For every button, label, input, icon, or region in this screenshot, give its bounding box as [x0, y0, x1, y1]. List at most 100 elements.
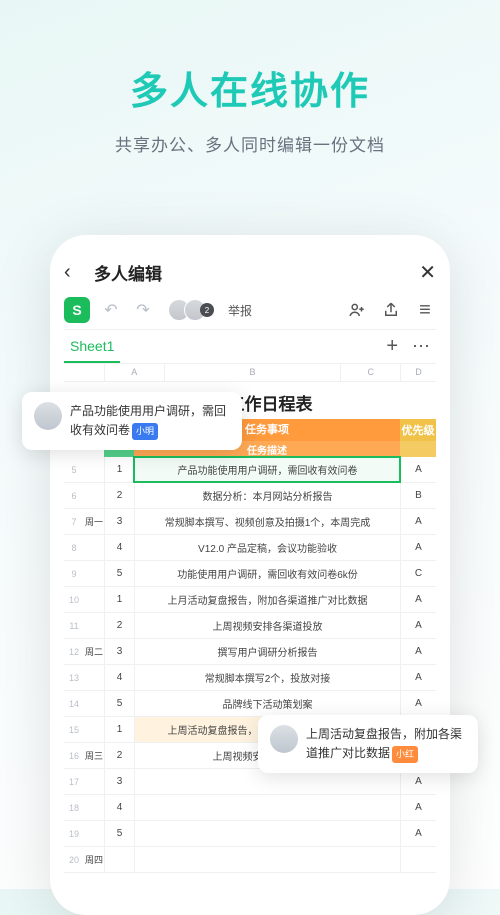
cell-index[interactable]: 1 — [104, 587, 134, 612]
cell-index[interactable]: 3 — [104, 639, 134, 664]
cell-day[interactable] — [84, 691, 104, 716]
cell-day[interactable] — [84, 587, 104, 612]
cell-index[interactable] — [104, 847, 134, 872]
menu-icon[interactable]: ≡ — [414, 299, 436, 321]
table-row[interactable]: 145品牌线下活动策划案A — [64, 691, 436, 717]
topbar: ‹ 多人编辑 ✕ — [64, 253, 436, 291]
cell-day[interactable]: 周一 — [84, 509, 104, 534]
app-icon[interactable]: S — [64, 297, 90, 323]
cell-desc[interactable]: 功能使用用户调研，需回收有效问卷6k份 — [134, 561, 400, 586]
table-row[interactable]: 95功能使用用户调研，需回收有效问卷6k份C — [64, 561, 436, 587]
undo-button[interactable]: ↶ — [100, 299, 122, 321]
cell-index[interactable]: 5 — [104, 691, 134, 716]
cell-index[interactable]: 4 — [104, 665, 134, 690]
sheet-tabs: Sheet1 + ⋯ — [64, 330, 436, 364]
cell-priority[interactable]: A — [400, 821, 436, 846]
cell-priority[interactable]: A — [400, 535, 436, 560]
col-b[interactable]: B — [164, 364, 341, 381]
redo-button[interactable]: ↷ — [132, 299, 154, 321]
cell-desc[interactable]: V12.0 产品定稿，会议功能验收 — [134, 535, 400, 560]
share-icon[interactable] — [380, 299, 402, 321]
cell-index[interactable]: 4 — [104, 535, 134, 560]
cell-priority[interactable]: A — [400, 587, 436, 612]
cell-priority[interactable]: A — [400, 639, 436, 664]
cell-day[interactable] — [84, 483, 104, 508]
cell-index[interactable]: 3 — [104, 769, 134, 794]
cell-index[interactable]: 3 — [104, 509, 134, 534]
row-number: 17 — [64, 769, 84, 794]
cell-index[interactable]: 5 — [104, 821, 134, 846]
cell-priority[interactable]: A — [400, 509, 436, 534]
cell-priority[interactable]: A — [400, 691, 436, 716]
cell-desc[interactable] — [134, 795, 400, 820]
cell-desc[interactable]: 产品功能使用用户调研，需回收有效问卷 — [134, 457, 400, 482]
add-user-icon[interactable] — [346, 299, 368, 321]
table-row[interactable]: 20周四 — [64, 847, 436, 873]
cell-desc[interactable]: 品牌线下活动策划案 — [134, 691, 400, 716]
header-col3: 优先级 — [400, 419, 436, 441]
user-tag: 小明 — [132, 423, 158, 439]
cell-day[interactable] — [84, 769, 104, 794]
cell-priority[interactable]: A — [400, 613, 436, 638]
table-row[interactable]: 112上周视频安排各渠道投放A — [64, 613, 436, 639]
add-tab-button[interactable]: + — [378, 335, 406, 358]
col-c[interactable]: C — [340, 364, 400, 381]
cell-desc[interactable]: 常规脚本撰写、视频创意及拍摄1个，本周完成 — [134, 509, 400, 534]
cell-priority[interactable]: A — [400, 457, 436, 482]
cell-index[interactable]: 4 — [104, 795, 134, 820]
cell-day[interactable] — [84, 613, 104, 638]
table-row[interactable]: 7周一3常规脚本撰写、视频创意及拍摄1个，本周完成A — [64, 509, 436, 535]
cell-priority[interactable]: B — [400, 483, 436, 508]
cell-priority[interactable] — [400, 847, 436, 872]
cell-day[interactable]: 周四 — [84, 847, 104, 872]
cell-day[interactable] — [84, 821, 104, 846]
table-row[interactable]: 51产品功能使用用户调研，需回收有效问卷A — [64, 457, 436, 483]
cell-day[interactable]: 周三 — [84, 743, 104, 768]
phone-frame: ‹ 多人编辑 ✕ S ↶ ↷ 2 举报 ≡ — [50, 235, 450, 915]
cell-day[interactable]: 周二 — [84, 639, 104, 664]
cell-desc[interactable] — [134, 847, 400, 872]
row-number: 7 — [64, 509, 84, 534]
cell-index[interactable]: 1 — [104, 457, 134, 482]
cell-day[interactable] — [84, 535, 104, 560]
cell-day[interactable] — [84, 457, 104, 482]
table-row[interactable]: 13 4常规脚本撰写2个，投放对接A — [64, 665, 436, 691]
cell-index[interactable]: 5 — [104, 561, 134, 586]
cell-index[interactable]: 2 — [104, 483, 134, 508]
cell-day[interactable] — [84, 665, 104, 690]
cell-priority[interactable]: C — [400, 561, 436, 586]
cell-day[interactable] — [84, 795, 104, 820]
tab-sheet1[interactable]: Sheet1 — [64, 330, 120, 363]
table-row[interactable]: 184A — [64, 795, 436, 821]
table-row[interactable]: 195A — [64, 821, 436, 847]
cell-desc[interactable]: 常规脚本撰写2个，投放对接 — [134, 665, 400, 690]
table-row[interactable]: 12周二3撰写用户调研分析报告A — [64, 639, 436, 665]
cell-desc[interactable] — [134, 821, 400, 846]
col-a[interactable]: A — [104, 364, 164, 381]
cell-desc[interactable]: 上月活动复盘报告，附加各渠道推广对比数据 — [134, 587, 400, 612]
cell-day[interactable] — [84, 717, 104, 742]
cell-desc[interactable]: 撰写用户调研分析报告 — [134, 639, 400, 664]
cell-desc[interactable]: 数据分析：本月网站分析报告 — [134, 483, 400, 508]
table-row[interactable]: 10 1上月活动复盘报告，附加各渠道推广对比数据A — [64, 587, 436, 613]
cell-day[interactable] — [84, 561, 104, 586]
collaborator-avatars[interactable]: 2 — [168, 299, 214, 321]
more-tabs-button[interactable]: ⋯ — [406, 336, 436, 357]
table-row[interactable]: 84V12.0 产品定稿，会议功能验收A — [64, 535, 436, 561]
report-button[interactable]: 举报 — [228, 302, 252, 319]
cell-index[interactable]: 2 — [104, 613, 134, 638]
table-row[interactable]: 62数据分析：本月网站分析报告B — [64, 483, 436, 509]
cell-desc[interactable]: 上周视频安排各渠道投放 — [134, 613, 400, 638]
toolbar: S ↶ ↷ 2 举报 ≡ — [64, 291, 436, 330]
cell-index[interactable]: 1 — [104, 717, 134, 742]
row-number: 10 — [64, 587, 84, 612]
row-number: 12 — [64, 639, 84, 664]
col-d[interactable]: D — [400, 364, 436, 381]
row-number: 13 — [64, 665, 84, 690]
row-number: 6 — [64, 483, 84, 508]
close-button[interactable]: ✕ — [419, 260, 436, 285]
back-button[interactable]: ‹ — [64, 261, 88, 284]
cell-priority[interactable]: A — [400, 665, 436, 690]
cell-priority[interactable]: A — [400, 795, 436, 820]
cell-index[interactable]: 2 — [104, 743, 134, 768]
